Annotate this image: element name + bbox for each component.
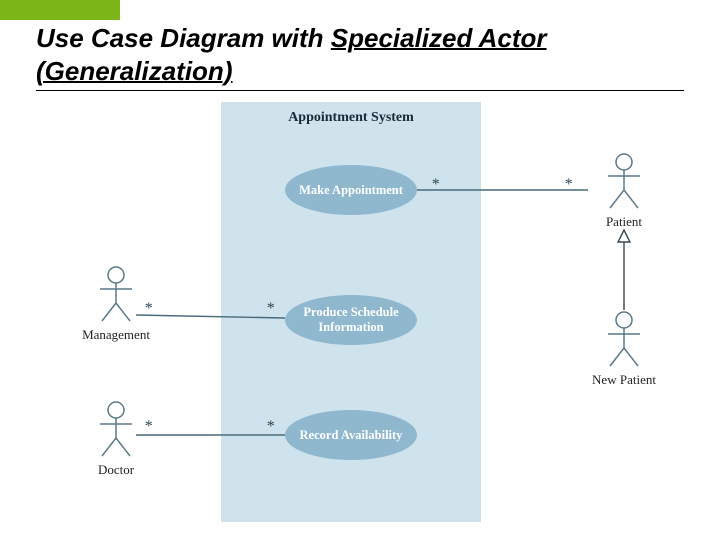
title-rule <box>36 90 684 91</box>
slide-title: Use Case Diagram with Specialized Actor … <box>36 22 547 87</box>
accent-bar <box>0 0 120 20</box>
mult-star: * <box>144 418 152 436</box>
mult-star: * <box>564 176 572 194</box>
title-highlight: Specialized Actor <box>331 23 547 53</box>
diagram-canvas: Appointment System Make Appointment Prod… <box>36 100 684 530</box>
mult-star: * <box>431 176 439 194</box>
title-line2: (Generalization) <box>36 56 232 86</box>
title-pre: Use Case Diagram with <box>36 23 331 53</box>
mult-star: * <box>144 300 152 318</box>
connectors <box>36 100 684 530</box>
mult-star: * <box>266 300 274 318</box>
mult-star: * <box>266 418 274 436</box>
